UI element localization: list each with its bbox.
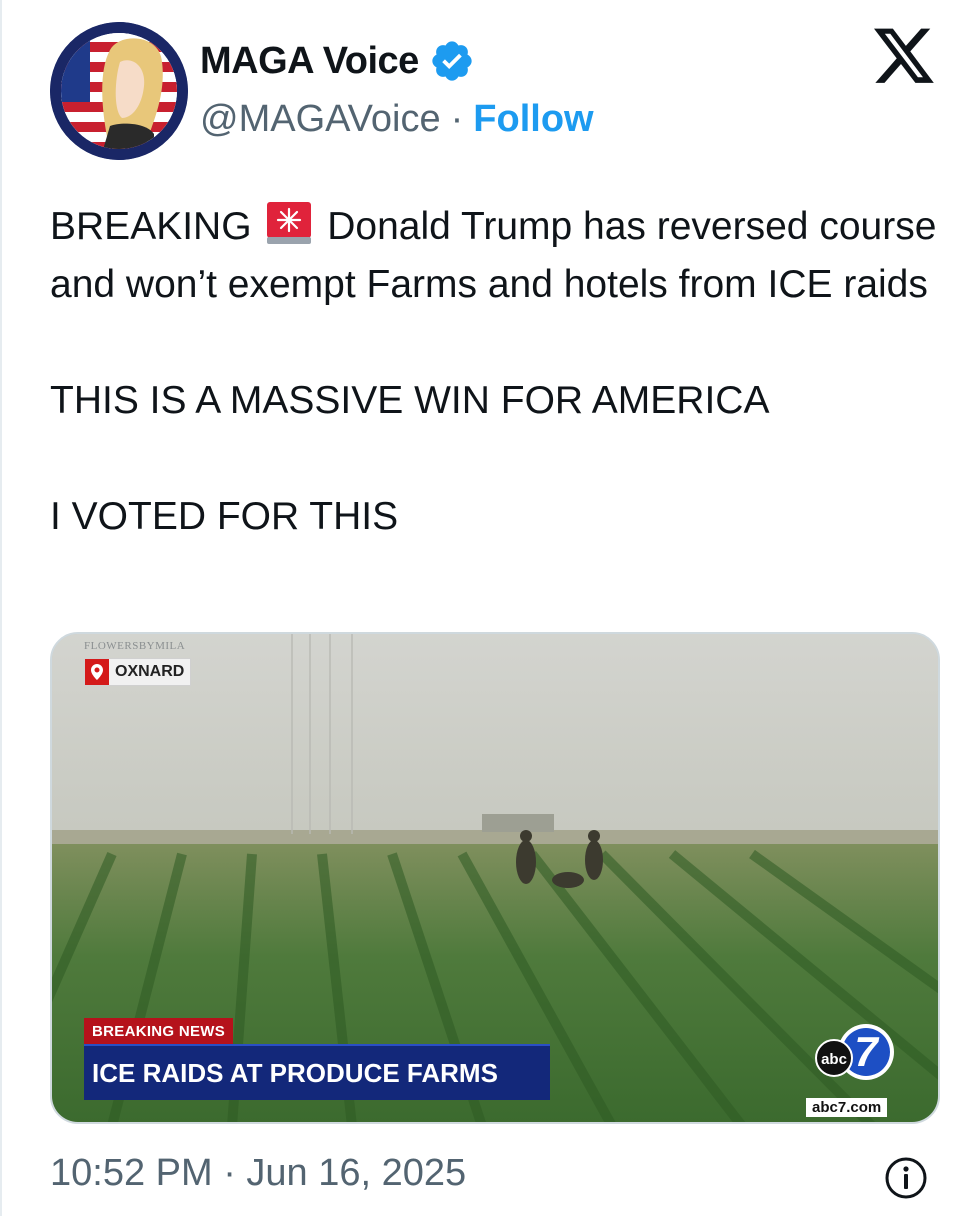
news-headline: ICE RAIDS AT PRODUCE FARMS (84, 1044, 550, 1100)
x-logo-icon[interactable] (874, 28, 936, 86)
tweet-video-thumbnail[interactable]: FLOWERSBYMILA OXNARD BREAKING NEWS ICE R… (50, 632, 940, 1124)
tweet-text: BREAKING Donald Trump has reversed cours… (50, 198, 940, 546)
location-tag: OXNARD (84, 658, 192, 686)
display-name[interactable]: MAGA Voice (200, 40, 419, 83)
abc7-channel: 7 (854, 1028, 879, 1075)
follow-button[interactable]: Follow (473, 98, 593, 141)
abc-wordmark: abc (821, 1051, 847, 1068)
handle-separator: · (450, 98, 464, 140)
tweet-paragraph-1: BREAKING Donald Trump has reversed cours… (50, 198, 940, 314)
tweet-timestamp[interactable]: 10:52 PM · Jun 16, 2025 (50, 1152, 466, 1195)
location-label: OXNARD (115, 663, 185, 680)
tweet-card: MAGA Voice @MAGAVoice · Follow BREAKING (0, 0, 968, 1216)
handle[interactable]: @MAGAVoice (200, 98, 441, 141)
photo-credit: FLOWERSBYMILA (84, 640, 186, 652)
network-url: abc7.com (806, 1098, 888, 1117)
display-name-row[interactable]: MAGA Voice (200, 38, 475, 84)
breaking-word: BREAKING (50, 205, 252, 248)
verified-badge-icon (432, 41, 472, 81)
info-icon[interactable] (884, 1156, 928, 1200)
tweet-paragraph-3: I VOTED FOR THIS (50, 495, 399, 538)
handle-row: @MAGAVoice · Follow (200, 98, 594, 141)
siren-icon (267, 202, 312, 244)
avatar[interactable] (50, 22, 188, 160)
tweet-paragraph-2: THIS IS A MASSIVE WIN FOR AMERICA (50, 379, 770, 422)
abc7-logo-icon: 7 abc (815, 1024, 894, 1080)
location-pin-icon (85, 659, 109, 685)
breaking-news-label: BREAKING NEWS (84, 1018, 234, 1044)
